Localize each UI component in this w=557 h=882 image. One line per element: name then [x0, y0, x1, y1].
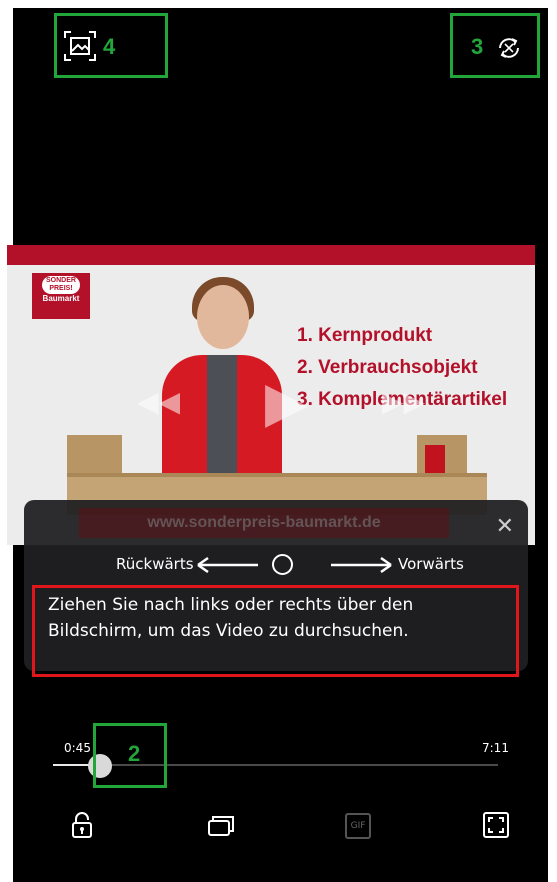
video-topic-1: 1. Kernprodukt — [297, 325, 433, 346]
arrow-left-icon — [197, 556, 258, 574]
drag-point-icon — [272, 554, 293, 575]
logo-badge: SONDER PREIS! — [42, 276, 80, 294]
current-time: 0:45 — [64, 741, 91, 755]
logo-line-3: Baumarkt — [42, 294, 80, 303]
arrow-right-icon — [331, 556, 392, 574]
annotation-label-3: 3 — [471, 34, 484, 59]
annotation-label-2: 2 — [128, 741, 141, 766]
gif-icon[interactable]: GIF — [345, 813, 371, 839]
lock-icon[interactable] — [67, 810, 97, 840]
presenter-shirt — [207, 355, 237, 475]
brand-logo: SONDER PREIS! Baumarkt — [32, 273, 90, 319]
forward-label: Vorwärts — [398, 555, 464, 573]
forward-arrow-icon: ▶▶ — [382, 385, 426, 418]
gif-label: GIF — [350, 821, 366, 831]
window-icon[interactable] — [205, 810, 235, 840]
total-time: 7:11 — [482, 741, 509, 755]
play-arrow-icon: ▶ — [265, 370, 309, 435]
backward-label: Rückwärts — [116, 555, 194, 573]
video-top-band — [7, 245, 535, 265]
annotation-box-hint — [32, 585, 519, 677]
annotation-box-3 — [450, 13, 540, 78]
fullscreen-icon[interactable] — [481, 810, 511, 840]
close-icon[interactable]: ✕ — [496, 516, 514, 538]
gesture-direction-row: Rückwärts Vorwärts — [24, 550, 528, 580]
logo-line-1: SONDER — [46, 277, 76, 284]
video-url-ghost: www.sonderpreis-baumarkt.de — [79, 508, 449, 538]
logo-line-2: PREIS! — [49, 285, 73, 292]
annotation-label-4: 4 — [103, 34, 116, 59]
rewind-arrow-icon: ◀◀ — [137, 385, 181, 418]
video-topic-2: 2. Verbrauchsobjekt — [297, 357, 478, 378]
presenter-head — [197, 285, 249, 349]
